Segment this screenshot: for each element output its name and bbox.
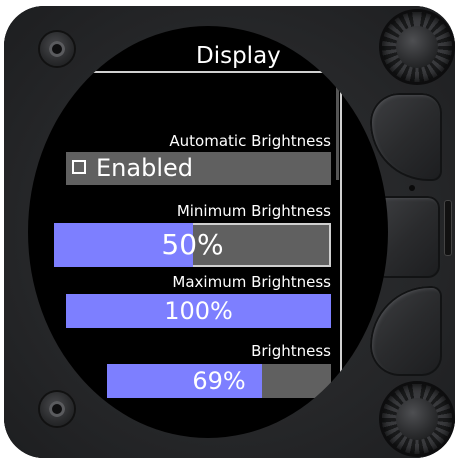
brightness-slider[interactable]: 69%: [107, 364, 331, 398]
enabled-label: Enabled: [96, 154, 193, 182]
scrollbar-thumb[interactable]: [336, 80, 339, 180]
sd-card-slot: [444, 200, 452, 256]
maximum-brightness-value: 100%: [164, 297, 233, 325]
automatic-brightness-toggle[interactable]: Enabled: [66, 152, 331, 185]
minimum-brightness-value: 50%: [161, 228, 224, 261]
maximum-brightness-slider[interactable]: 100%: [66, 294, 331, 328]
page-title: Display: [196, 43, 281, 69]
brightness-value: 69%: [192, 367, 246, 395]
maximum-brightness-label: Maximum Brightness: [172, 273, 331, 291]
minimum-brightness-label: Minimum Brightness: [176, 202, 331, 220]
indicator-dot: [409, 185, 415, 191]
display-screen: Display Automatic Brightness Enabled Min…: [28, 26, 388, 438]
automatic-brightness-label: Automatic Brightness: [169, 132, 331, 150]
bottom-rotary-knob[interactable]: [382, 384, 452, 454]
brightness-label: Brightness: [251, 342, 331, 360]
minimum-brightness-slider[interactable]: 50%: [54, 223, 331, 267]
title-divider: [84, 71, 334, 73]
top-rotary-knob[interactable]: [382, 12, 452, 82]
scrollbar-track[interactable]: [340, 80, 342, 420]
checkbox-icon[interactable]: [72, 160, 86, 174]
